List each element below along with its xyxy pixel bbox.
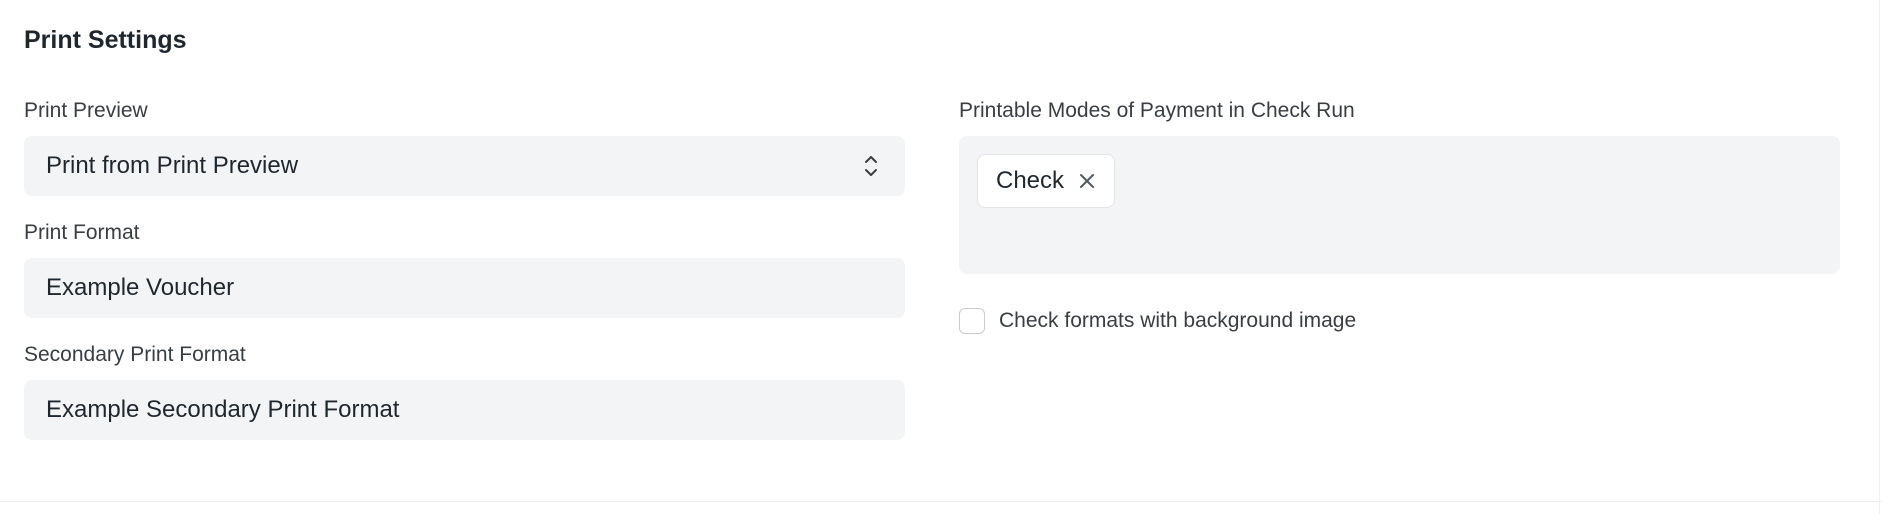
right-divider [1879,0,1880,514]
print-format-value: Example Voucher [46,274,235,301]
printable-modes-label: Printable Modes of Payment in Check Run [959,99,1355,122]
background-image-checkbox-row: Check formats with background image [959,308,1840,334]
right-column: Printable Modes of Payment in Check Run … [959,96,1840,334]
print-settings-page: Print Settings Print Preview Print from … [0,0,1882,514]
print-preview-select[interactable]: Print from Print Preview [24,136,905,196]
printable-modes-multiselect[interactable]: Check [959,136,1840,274]
print-preview-label: Print Preview [24,99,148,122]
print-format-input[interactable]: Example Voucher [24,258,905,318]
secondary-print-format-value: Example Secondary Print Format [46,396,400,423]
printable-modes-field: Printable Modes of Payment in Check Run … [959,96,1840,274]
print-preview-value: Print from Print Preview [46,152,299,179]
print-format-field: Print Format Example Voucher [24,218,905,318]
bottom-divider [0,501,1882,502]
secondary-print-format-input[interactable]: Example Secondary Print Format [24,380,905,440]
print-preview-field: Print Preview Print from Print Preview [24,96,905,196]
close-icon[interactable] [1078,172,1096,190]
left-column: Print Preview Print from Print Preview P… [24,96,905,462]
select-arrows-icon [865,156,877,176]
background-image-checkbox[interactable] [959,308,985,334]
secondary-print-format-label: Secondary Print Format [24,343,246,366]
print-format-label: Print Format [24,221,140,244]
payment-mode-pill: Check [977,154,1116,208]
payment-mode-pill-label: Check [996,167,1065,194]
secondary-print-format-field: Secondary Print Format Example Secondary… [24,340,905,440]
section-title: Print Settings [24,26,187,54]
background-image-label: Check formats with background image [999,309,1357,332]
